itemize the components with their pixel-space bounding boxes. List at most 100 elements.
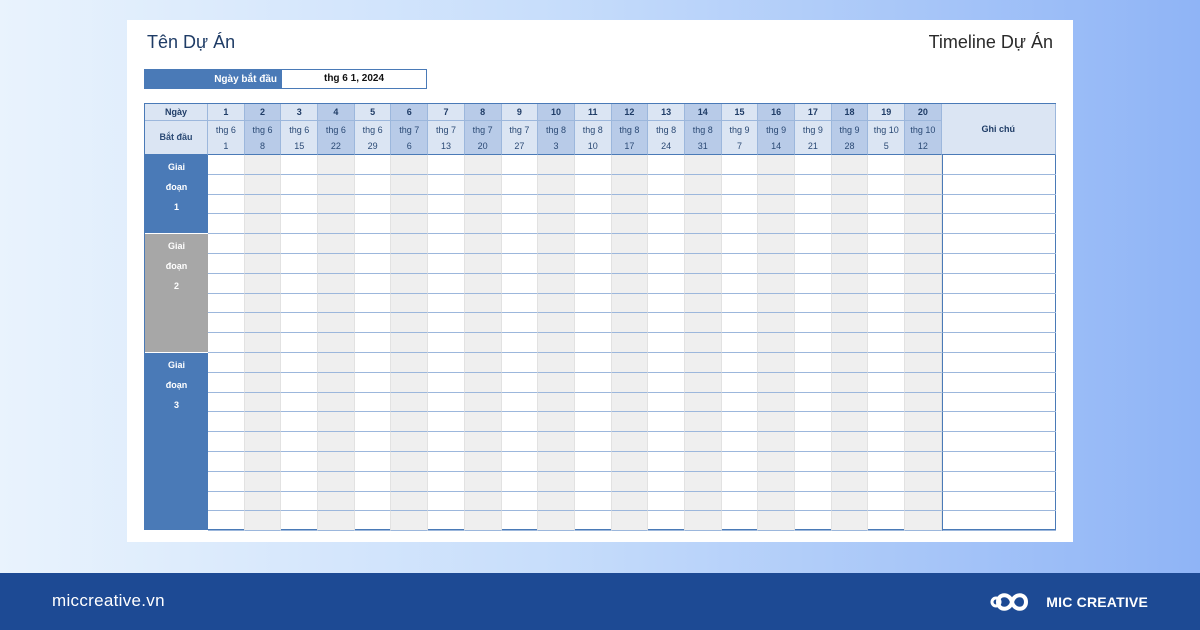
timeline-cell[interactable] [501, 491, 539, 512]
timeline-cell[interactable] [428, 333, 465, 353]
timeline-cell[interactable] [391, 352, 429, 373]
timeline-cell[interactable] [574, 155, 612, 175]
timeline-cell[interactable] [391, 491, 429, 512]
timeline-cell[interactable] [464, 293, 502, 314]
timeline-cell[interactable] [354, 372, 392, 393]
timeline-cell[interactable] [795, 234, 832, 254]
timeline-cell[interactable] [758, 253, 795, 274]
timeline-cell[interactable] [684, 313, 722, 334]
timeline-cell[interactable] [611, 491, 649, 512]
timeline-cell[interactable] [684, 432, 722, 452]
timeline-cell[interactable] [574, 451, 612, 472]
timeline-cell[interactable] [464, 214, 502, 235]
timeline-cell[interactable] [391, 511, 429, 532]
timeline-cell[interactable] [905, 352, 942, 373]
timeline-cell[interactable] [501, 511, 539, 532]
timeline-cell[interactable] [648, 234, 685, 254]
timeline-cell[interactable] [538, 273, 575, 294]
timeline-cell[interactable] [244, 511, 282, 532]
timeline-cell[interactable] [208, 392, 245, 413]
timeline-cell[interactable] [501, 471, 539, 492]
timeline-cell[interactable] [391, 155, 429, 175]
timeline-cell[interactable] [428, 451, 465, 472]
timeline-cell[interactable] [648, 432, 685, 452]
timeline-cell[interactable] [428, 155, 465, 175]
timeline-cell[interactable] [905, 491, 942, 512]
timeline-cell[interactable] [538, 372, 575, 393]
note-cell[interactable] [941, 491, 1056, 512]
timeline-cell[interactable] [464, 372, 502, 393]
timeline-cell[interactable] [391, 194, 429, 215]
timeline-cell[interactable] [648, 155, 685, 175]
timeline-cell[interactable] [868, 155, 906, 175]
timeline-cell[interactable] [244, 333, 282, 353]
timeline-cell[interactable] [758, 451, 795, 472]
timeline-cell[interactable] [868, 412, 906, 433]
timeline-cell[interactable] [318, 392, 355, 413]
timeline-cell[interactable] [244, 234, 282, 254]
timeline-cell[interactable] [721, 313, 759, 334]
timeline-cell[interactable] [758, 471, 795, 492]
timeline-cell[interactable] [795, 293, 832, 314]
timeline-cell[interactable] [464, 471, 502, 492]
timeline-cell[interactable] [464, 194, 502, 215]
note-cell[interactable] [941, 511, 1056, 532]
timeline-cell[interactable] [721, 234, 759, 254]
timeline-cell[interactable] [574, 313, 612, 334]
note-cell[interactable] [941, 214, 1056, 235]
timeline-cell[interactable] [244, 313, 282, 334]
timeline-cell[interactable] [684, 412, 722, 433]
timeline-cell[interactable] [758, 412, 795, 433]
timeline-cell[interactable] [391, 412, 429, 433]
timeline-cell[interactable] [574, 194, 612, 215]
timeline-cell[interactable] [648, 253, 685, 274]
timeline-cell[interactable] [611, 432, 649, 452]
timeline-cell[interactable] [905, 273, 942, 294]
timeline-cell[interactable] [574, 471, 612, 492]
timeline-cell[interactable] [905, 155, 942, 175]
timeline-cell[interactable] [281, 155, 319, 175]
timeline-cell[interactable] [244, 392, 282, 413]
timeline-cell[interactable] [684, 293, 722, 314]
timeline-cell[interactable] [611, 214, 649, 235]
timeline-cell[interactable] [208, 194, 245, 215]
timeline-cell[interactable] [831, 234, 869, 254]
timeline-cell[interactable] [538, 333, 575, 353]
timeline-cell[interactable] [538, 214, 575, 235]
timeline-cell[interactable] [684, 333, 722, 353]
timeline-cell[interactable] [208, 313, 245, 334]
timeline-cell[interactable] [281, 293, 319, 314]
timeline-cell[interactable] [611, 412, 649, 433]
timeline-cell[interactable] [391, 293, 429, 314]
timeline-cell[interactable] [648, 313, 685, 334]
timeline-cell[interactable] [501, 273, 539, 294]
timeline-cell[interactable] [501, 174, 539, 195]
timeline-cell[interactable] [244, 194, 282, 215]
timeline-cell[interactable] [611, 234, 649, 254]
timeline-cell[interactable] [574, 273, 612, 294]
timeline-cell[interactable] [354, 511, 392, 532]
timeline-cell[interactable] [501, 214, 539, 235]
timeline-cell[interactable] [684, 352, 722, 373]
timeline-cell[interactable] [538, 451, 575, 472]
timeline-cell[interactable] [868, 471, 906, 492]
note-cell[interactable] [941, 432, 1056, 452]
timeline-cell[interactable] [648, 511, 685, 532]
timeline-cell[interactable] [721, 194, 759, 215]
timeline-cell[interactable] [684, 392, 722, 413]
start-date-value[interactable]: thg 6 1, 2024 [281, 69, 427, 89]
timeline-cell[interactable] [905, 313, 942, 334]
timeline-cell[interactable] [795, 214, 832, 235]
timeline-cell[interactable] [795, 372, 832, 393]
timeline-cell[interactable] [281, 511, 319, 532]
note-cell[interactable] [941, 412, 1056, 433]
timeline-cell[interactable] [795, 253, 832, 274]
timeline-cell[interactable] [684, 234, 722, 254]
timeline-cell[interactable] [501, 432, 539, 452]
timeline-cell[interactable] [538, 412, 575, 433]
timeline-cell[interactable] [391, 174, 429, 195]
timeline-cell[interactable] [501, 293, 539, 314]
timeline-cell[interactable] [648, 194, 685, 215]
timeline-cell[interactable] [831, 253, 869, 274]
timeline-cell[interactable] [721, 372, 759, 393]
